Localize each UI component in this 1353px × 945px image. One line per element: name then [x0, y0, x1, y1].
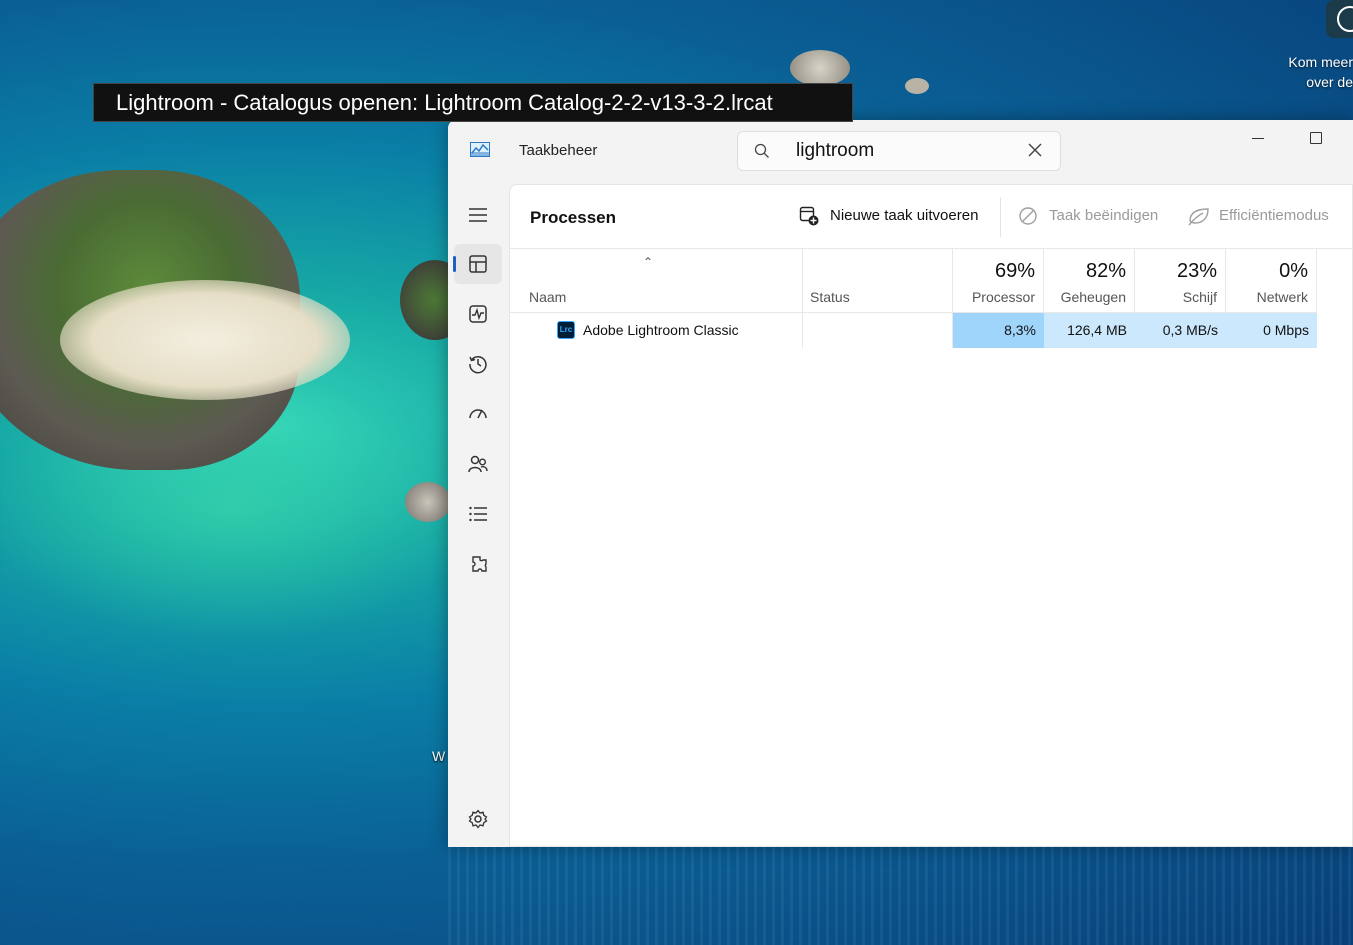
maximize-icon	[1310, 132, 1322, 144]
column-header-status[interactable]: Status	[803, 249, 953, 313]
desktop-shortcut-label[interactable]: W	[432, 748, 445, 764]
command-separator	[1000, 197, 1001, 237]
performance-icon	[469, 305, 487, 323]
sidebar-item-processen[interactable]	[453, 244, 502, 284]
process-cpu: 8,3%	[953, 313, 1044, 348]
process-disk: 0,3 MB/s	[1135, 313, 1226, 348]
settings-icon	[468, 809, 488, 829]
services-icon	[472, 556, 487, 572]
command-bar: Processen Nieuwe taak uitvoeren Taak beë…	[510, 185, 1353, 249]
column-header-memory[interactable]: 82% Geheugen	[1044, 249, 1135, 313]
new-task-icon	[799, 206, 819, 226]
column-label-memory: Geheugen	[1060, 289, 1126, 305]
wallpaper-rock	[405, 482, 451, 522]
search-input[interactable]	[796, 138, 1016, 164]
details-list-icon	[469, 506, 487, 522]
end-task-icon	[1019, 207, 1037, 225]
maximize-button[interactable]	[1294, 128, 1338, 158]
column-label-network: Netwerk	[1256, 289, 1308, 305]
window-title-tooltip: Lightroom - Catalogus openen: Lightroom …	[93, 83, 853, 122]
task-manager-app-icon	[470, 142, 490, 157]
users-icon	[468, 455, 488, 473]
efficiency-mode-label: Efficiëntiemodus	[1219, 207, 1329, 224]
memory-total: 82%	[1085, 260, 1126, 282]
wallpaper-sea-glare	[448, 840, 1353, 945]
search-icon	[754, 143, 769, 158]
sidebar-item-instellingen[interactable]	[454, 799, 502, 839]
column-label-cpu: Processor	[971, 289, 1035, 305]
cpu-total: 69%	[994, 260, 1035, 282]
disk-total: 23%	[1176, 260, 1217, 282]
minimize-button[interactable]	[1236, 128, 1280, 158]
task-manager-window: Taakbeheer lightroom Processen Nieuwe ta…	[448, 120, 1353, 847]
wallpaper-beach	[60, 280, 350, 400]
end-task-label: Taak beëindigen	[1049, 207, 1159, 224]
column-header-network[interactable]: 0% Netwerk	[1226, 249, 1317, 313]
wallpaper-rock	[790, 50, 850, 86]
desktop-widget-line2: over de	[1306, 74, 1353, 90]
clear-search-icon[interactable]	[1027, 142, 1043, 158]
processes-icon	[469, 255, 487, 273]
desktop-widget-text[interactable]: Kom meer over de	[1270, 52, 1353, 92]
window-title: Taakbeheer	[519, 142, 598, 159]
menu-icon	[469, 208, 487, 222]
column-label-disk: Schijf	[1182, 289, 1217, 305]
wallpaper-rock	[905, 78, 929, 94]
sidebar	[448, 184, 509, 847]
table-row[interactable]: Lrc Adobe Lightroom Classic 8,3% 126,4 M…	[510, 313, 1353, 349]
startup-icon	[469, 409, 487, 419]
sidebar-item-details[interactable]	[454, 494, 502, 534]
processes-page: Processen Nieuwe taak uitvoeren Taak beë…	[509, 184, 1353, 847]
process-status	[803, 313, 953, 348]
process-memory: 126,4 MB	[1044, 313, 1135, 348]
process-name: Adobe Lightroom Classic	[583, 322, 739, 338]
network-total: 0%	[1279, 260, 1308, 282]
desktop-widget-icon[interactable]	[1326, 0, 1353, 38]
sidebar-menu-button[interactable]	[454, 195, 502, 235]
sidebar-item-opstart-apps[interactable]	[454, 394, 502, 434]
process-name-cell: Lrc Adobe Lightroom Classic	[510, 313, 803, 348]
sidebar-item-app-geschiedenis[interactable]	[454, 344, 502, 384]
page-title: Processen	[530, 208, 616, 227]
minimize-icon	[1252, 138, 1264, 139]
column-header-disk[interactable]: 23% Schijf	[1135, 249, 1226, 313]
desktop-widget-line1: Kom meer	[1288, 54, 1353, 70]
column-label-name: Naam	[529, 289, 567, 305]
sidebar-item-gebruikers[interactable]	[454, 444, 502, 484]
sidebar-item-prestaties[interactable]	[454, 294, 502, 334]
history-icon	[469, 355, 487, 374]
process-network: 0 Mbps	[1226, 313, 1317, 348]
new-task-label: Nieuwe taak uitvoeren	[830, 207, 979, 224]
lightroom-classic-icon: Lrc	[557, 321, 575, 339]
title-bar[interactable]: Taakbeheer	[448, 120, 1353, 184]
column-header-name[interactable]: ⌃ Naam	[510, 249, 803, 313]
search-box[interactable]	[737, 131, 1061, 171]
column-label-status: Status	[810, 289, 850, 305]
column-header-cpu[interactable]: 69% Processor	[953, 249, 1044, 313]
leaf-icon	[1188, 208, 1209, 226]
sidebar-item-services[interactable]	[454, 545, 502, 585]
sort-ascending-icon: ⌃	[643, 255, 654, 269]
